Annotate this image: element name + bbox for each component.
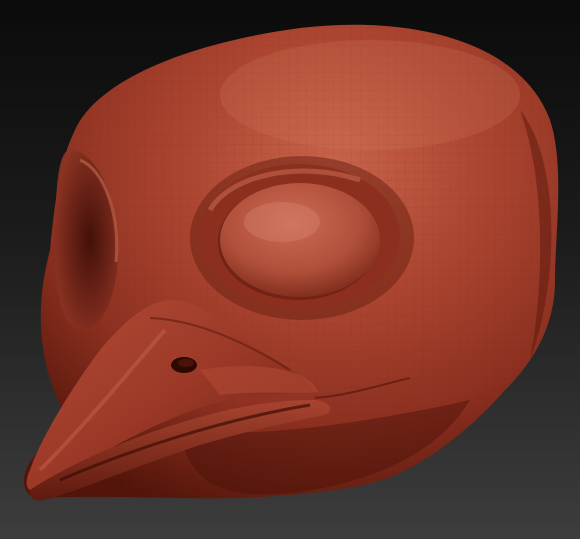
sculpt-render bbox=[0, 0, 580, 539]
eyeball bbox=[220, 183, 380, 297]
right-eye-socket bbox=[190, 156, 414, 320]
sculpt-viewport[interactable] bbox=[0, 0, 580, 539]
